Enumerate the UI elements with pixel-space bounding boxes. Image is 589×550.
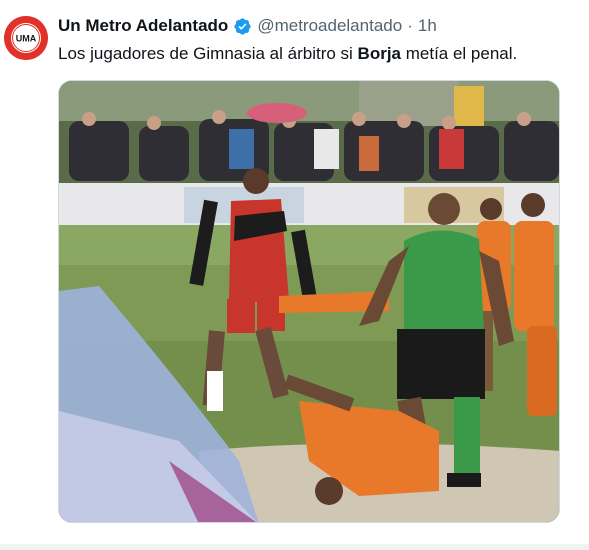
separator-dot: · [407,16,413,35]
tweet-text: Los jugadores de Gimnasia al árbitro si … [58,42,569,66]
bottom-divider [0,544,589,550]
avatar[interactable]: UMA [4,16,48,60]
verified-badge-icon [233,17,252,36]
svg-text:UMA: UMA [16,34,37,44]
tweet-card[interactable]: UMA Un Metro Adelantado @metroadelantado… [0,0,589,550]
author-name[interactable]: Un Metro Adelantado [58,15,228,37]
timestamp[interactable]: 1h [418,15,437,37]
tweet-header: Un Metro Adelantado @metroadelantado · 1… [58,15,569,37]
author-handle[interactable]: @metroadelantado [257,15,402,37]
tweet-text-after: metía el penal. [401,44,518,63]
tweet-text-before: Los jugadores de Gimnasia al árbitro si [58,44,358,63]
tweet-text-bold: Borja [357,44,402,63]
match-photo [59,81,559,522]
avatar-logo-icon: UMA [4,16,48,60]
tweet-media[interactable] [58,80,560,523]
